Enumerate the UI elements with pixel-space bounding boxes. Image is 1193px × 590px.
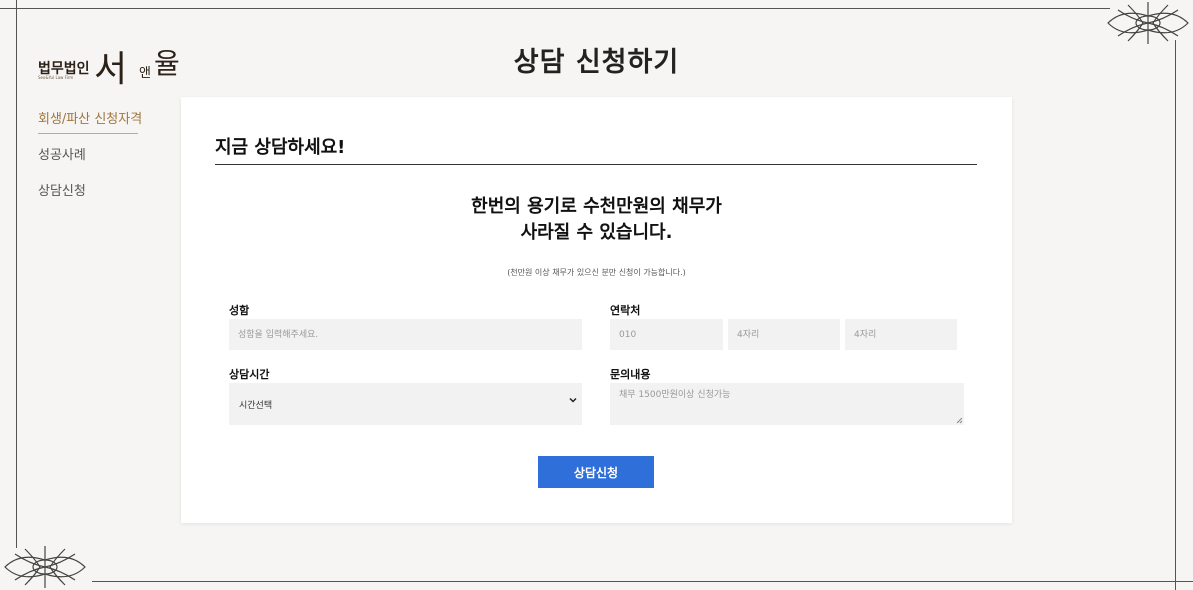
phone-last-input[interactable] <box>845 319 957 350</box>
phone-prefix-input[interactable] <box>610 319 723 350</box>
frame-line-right <box>1175 40 1176 590</box>
name-label: 성함 <box>229 304 250 317</box>
contact-label: 연락처 <box>610 304 641 317</box>
eligibility-note: (천만원 이상 채무가 있으신 분만 신청이 가능합니다.) <box>507 268 686 277</box>
time-select[interactable]: 시간선택 <box>229 383 582 425</box>
form-heading: 지금 상담하세요! <box>215 137 346 158</box>
sidebar-nav: 회생/파산 신청자격 성공사례 상담신청 <box>38 108 142 216</box>
name-input[interactable] <box>229 319 582 350</box>
inquiry-wrapper <box>610 383 964 425</box>
frame-line-bottom <box>92 581 1193 582</box>
time-select-value: 시간선택 <box>239 401 273 411</box>
frame-line-left <box>16 0 17 548</box>
sidebar-item-success-cases[interactable]: 성공사례 <box>38 144 138 163</box>
sidebar-item-eligibility[interactable]: 회생/파산 신청자격 <box>38 108 142 134</box>
phone-middle-input[interactable] <box>728 319 840 350</box>
page-title: 상담 신청하기 <box>513 47 680 78</box>
sidebar-item-consultation[interactable]: 상담신청 <box>38 180 138 199</box>
heading-divider <box>215 164 977 165</box>
frame-line-top <box>0 8 1110 9</box>
consultation-form-card: 지금 상담하세요! 한번의 용기로 수천만원의 채무가 사라질 수 있습니다. … <box>181 97 1012 523</box>
submit-consultation-button[interactable]: 상담신청 <box>538 456 654 488</box>
inquiry-label: 문의내용 <box>610 368 651 381</box>
time-label: 상담시간 <box>229 368 270 381</box>
headline-line-1: 한번의 용기로 수천만원의 채무가 <box>471 196 722 217</box>
inquiry-textarea[interactable] <box>610 383 964 425</box>
ornament-bottom-left-icon <box>4 546 86 588</box>
headline-line-2: 사라질 수 있습니다. <box>520 222 673 243</box>
form-headline: 한번의 용기로 수천만원의 채무가 사라질 수 있습니다. <box>181 194 1012 246</box>
chevron-down-icon <box>569 397 577 403</box>
resize-handle-icon[interactable] <box>956 417 963 424</box>
